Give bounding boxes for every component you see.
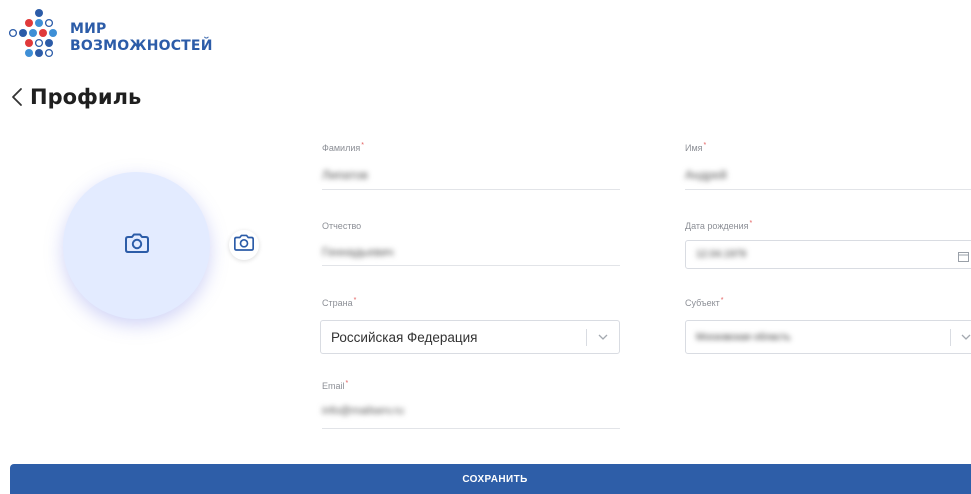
avatar-upload-area[interactable] [63, 172, 210, 319]
last-name-underline [322, 189, 620, 190]
camera-icon [234, 234, 254, 256]
first-name-underline [685, 189, 971, 190]
brand-line-1: МИР [70, 21, 107, 37]
last-name-field[interactable]: Липатов [322, 168, 368, 182]
country-label: Страна* [322, 297, 357, 308]
birth-date-field[interactable]: 12.04.1979 [685, 240, 971, 269]
email-label: Email* [322, 380, 349, 391]
logo-dots-icon [8, 9, 57, 58]
page-title: Профиль [30, 85, 142, 109]
patronymic-field[interactable]: Геннадьевич [322, 245, 394, 259]
patronymic-label: Отчество [322, 221, 362, 231]
calendar-icon[interactable] [958, 249, 969, 267]
country-select[interactable]: Российская Федерация [320, 320, 620, 354]
save-button[interactable]: СОХРАНИТЬ [10, 464, 971, 494]
chevron-left-icon[interactable] [8, 84, 26, 110]
chevron-down-icon[interactable] [597, 331, 609, 343]
camera-icon [124, 233, 149, 258]
select-divider [586, 329, 587, 346]
page-header: Профиль [8, 84, 141, 110]
patronymic-underline [322, 265, 620, 266]
first-name-field[interactable]: Андрей [685, 168, 727, 182]
brand-logo[interactable]: МИР ВОЗМОЖНОСТЕЙ [8, 8, 213, 68]
chevron-down-icon[interactable] [960, 331, 971, 343]
last-name-label: Фамилия* [322, 142, 364, 153]
upload-photo-button[interactable] [229, 230, 259, 260]
country-value: Российская Федерация [331, 329, 478, 345]
first-name-label: Имя* [685, 142, 707, 153]
email-underline [322, 428, 620, 429]
region-select[interactable]: Московская область [685, 320, 971, 354]
brand-name: МИР ВОЗМОЖНОСТЕЙ [70, 21, 213, 55]
select-divider [950, 329, 951, 346]
birth-date-label: Дата рождения* [685, 220, 753, 231]
birth-date-value: 12.04.1979 [696, 249, 747, 260]
email-field[interactable]: info@mailserv.ru [322, 405, 404, 417]
region-value: Московская область [696, 331, 791, 343]
region-label: Субъект* [685, 297, 724, 308]
brand-line-2: ВОЗМОЖНОСТЕЙ [70, 38, 213, 54]
